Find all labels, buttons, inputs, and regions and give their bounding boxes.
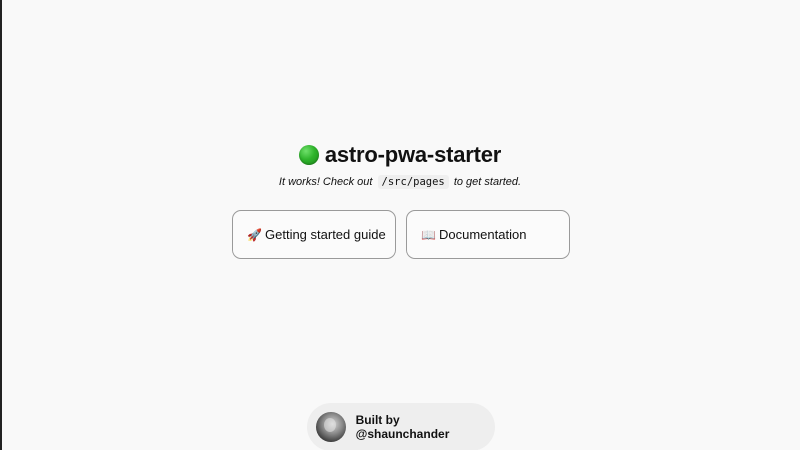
page-subtitle: It works! Check out /src/pages to get st… [0, 174, 800, 190]
subtitle-code-path: /src/pages [377, 175, 449, 189]
subtitle-prefix: It works! Check out [278, 176, 373, 188]
window-edge [0, 0, 2, 450]
book-icon: 📖 [421, 227, 436, 242]
subtitle-suffix: to get started. [453, 176, 522, 188]
page-title: astro-pwa-starter [0, 140, 800, 170]
rocket-icon: 🚀 [247, 227, 262, 242]
getting-started-guide-link[interactable]: 🚀 Getting started guide [232, 210, 396, 259]
green-circle-icon [298, 145, 319, 165]
hero: astro-pwa-starter It works! Check out /s… [0, 140, 800, 190]
link-cards: 🚀 Getting started guide 📖 Documentation [232, 210, 570, 259]
page-title-text: astro-pwa-starter [324, 142, 502, 167]
getting-started-guide-label: Getting started guide [265, 227, 386, 242]
page: astro-pwa-starter It works! Check out /s… [0, 0, 800, 450]
avatar [316, 412, 346, 442]
documentation-link[interactable]: 📖 Documentation [406, 210, 570, 259]
author-credit-text: Built by @shaunchander [355, 413, 450, 441]
author-credit-link[interactable]: Built by @shaunchander [307, 403, 495, 450]
documentation-label: Documentation [439, 227, 527, 242]
